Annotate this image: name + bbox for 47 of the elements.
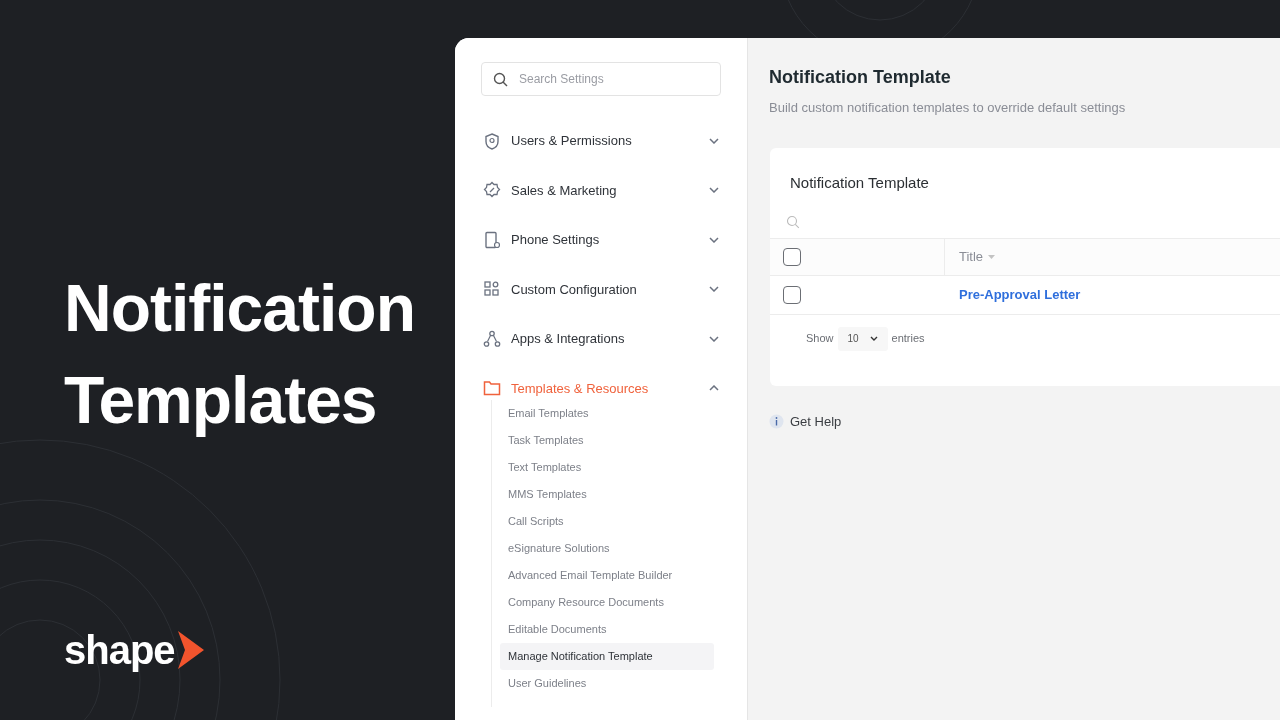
chevron-down-icon [709,286,719,293]
column-header[interactable]: Title [959,246,984,267]
sidebar-item[interactable]: Company Resource Documents [500,589,721,616]
chevron-down-icon [709,187,719,194]
logo-text: shape [64,628,175,672]
play-arrow-icon [175,631,204,669]
sidebar-item[interactable]: eSignature Solutions [500,535,721,562]
template-link[interactable]: Pre-Approval Letter [959,284,1081,305]
chevron-down-icon [709,137,719,144]
page-subtitle: Build custom notification templates to override default settings [769,99,1127,117]
entries-label: entries [891,331,925,347]
chevron-up-icon [709,385,719,392]
show-label: Show [806,331,834,347]
sidebar-section[interactable]: Custom Configuration [481,264,721,314]
section-icon [483,329,501,348]
sidebar-item[interactable]: MMS Templates [500,481,721,508]
sidebar-item[interactable]: Call Scripts [500,508,721,535]
chevron-down-icon [709,335,719,342]
sidebar-item[interactable]: Editable Documents [500,616,721,643]
checkbox[interactable] [783,247,801,266]
chevron-down-icon [709,236,719,243]
sidebar-item[interactable]: Text Templates [500,454,721,481]
section-icon [483,379,501,398]
sidebar-section[interactable]: Phone Settings [481,215,721,265]
section-icon [483,131,501,150]
sidebar-item[interactable]: User Guidelines [500,670,721,697]
sidebar-section[interactable]: Sales & Marketing [481,165,721,215]
search-icon [493,72,508,87]
sidebar-section[interactable]: Users & Permissions [481,116,721,166]
search-field[interactable]: Search Settings [481,62,721,96]
page-size-select[interactable]: 10 [837,326,888,351]
checkbox[interactable] [783,285,801,304]
sidebar-section[interactable]: Apps & Integrations [481,314,721,364]
info-icon [769,413,784,429]
section-icon [483,280,501,299]
sidebar-item[interactable]: Manage Notification Template [500,643,714,670]
headline-text: Notification [64,270,415,347]
caret-icon [869,336,878,341]
help-link[interactable]: Get Help [790,411,842,431]
page-title: Notification Template [769,66,952,88]
sidebar-item[interactable]: Advanced Email Template Builder [500,562,721,589]
sidebar-item[interactable]: Email Templates [500,400,721,427]
card-title: Notification Template [790,172,930,190]
section-icon [483,230,501,249]
section-icon [483,181,501,200]
sidebar-item[interactable]: Task Templates [500,427,721,454]
headline-text: Templates [64,362,378,439]
